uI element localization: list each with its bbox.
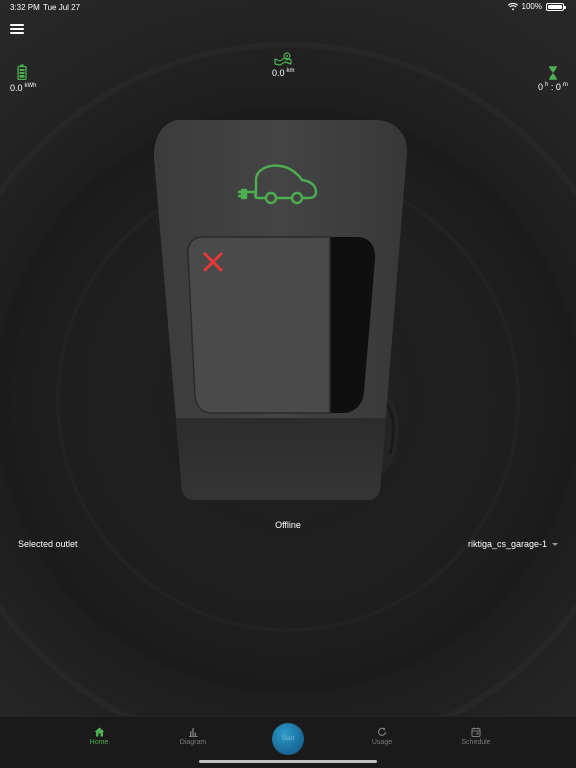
battery-percent: 100% xyxy=(521,2,542,11)
status-battery-fill xyxy=(548,4,562,9)
charger-status: Offline xyxy=(275,520,301,530)
time-separator: : xyxy=(550,82,554,92)
outlet-label: Selected outlet xyxy=(18,539,78,549)
calendar-icon xyxy=(471,727,481,737)
status-bar: 3:32 PM Tue Jul 27 100% xyxy=(0,0,576,16)
bar-chart-icon xyxy=(189,728,198,737)
wifi-icon xyxy=(507,2,518,10)
home-icon xyxy=(94,727,104,737)
time-minutes: 0 xyxy=(555,82,561,92)
status-date: Tue Jul 27 xyxy=(43,3,81,12)
chevron-down-icon xyxy=(552,542,558,546)
status-battery-icon xyxy=(546,2,566,11)
start-button[interactable]: Start xyxy=(272,723,304,755)
status-time: 3:32 PM xyxy=(10,3,40,12)
menu-line xyxy=(10,24,24,26)
energy-value: 0.0 xyxy=(10,83,23,93)
refresh-icon xyxy=(377,727,387,736)
charger-illustration xyxy=(153,120,408,500)
outlet-selected-value: riktiga_cs_garage-1 xyxy=(467,539,547,549)
time-stat: 0h : 0m xyxy=(538,66,568,92)
menu-line xyxy=(10,28,24,30)
energy-unit: kWh xyxy=(24,83,37,89)
status-right: 100% xyxy=(507,2,566,11)
hourglass-icon xyxy=(548,66,557,80)
time-hours: 0 xyxy=(538,82,544,92)
nav-home[interactable]: Home xyxy=(69,727,129,746)
nav-diagram-label: Diagram xyxy=(179,739,207,746)
distance-unit: km xyxy=(286,68,295,74)
route-map-icon xyxy=(274,52,292,66)
start-label: Start xyxy=(281,736,295,742)
outlet-row: Selected outlet riktiga_cs_garage-1 xyxy=(18,539,558,549)
home-indicator[interactable] xyxy=(199,760,377,763)
nav-home-label: Home xyxy=(89,739,109,746)
outlet-dropdown[interactable]: riktiga_cs_garage-1 xyxy=(468,539,558,549)
nav-schedule-label: Schedule xyxy=(461,739,491,746)
nav-diagram[interactable]: Diagram xyxy=(163,727,223,746)
time-minutes-unit: m xyxy=(562,82,568,88)
menu-line xyxy=(10,32,24,34)
battery-icon xyxy=(17,64,27,80)
nav-usage[interactable]: Usage xyxy=(352,727,412,746)
menu-button[interactable] xyxy=(10,24,24,36)
time-hours-unit: h xyxy=(545,82,549,88)
distance-stat: 0.0 km xyxy=(272,52,295,78)
nav-usage-label: Usage xyxy=(371,739,393,746)
distance-value: 0.0 xyxy=(272,68,285,78)
energy-stat: 0.0 kWh xyxy=(10,64,37,93)
nav-schedule[interactable]: Schedule xyxy=(446,727,506,746)
